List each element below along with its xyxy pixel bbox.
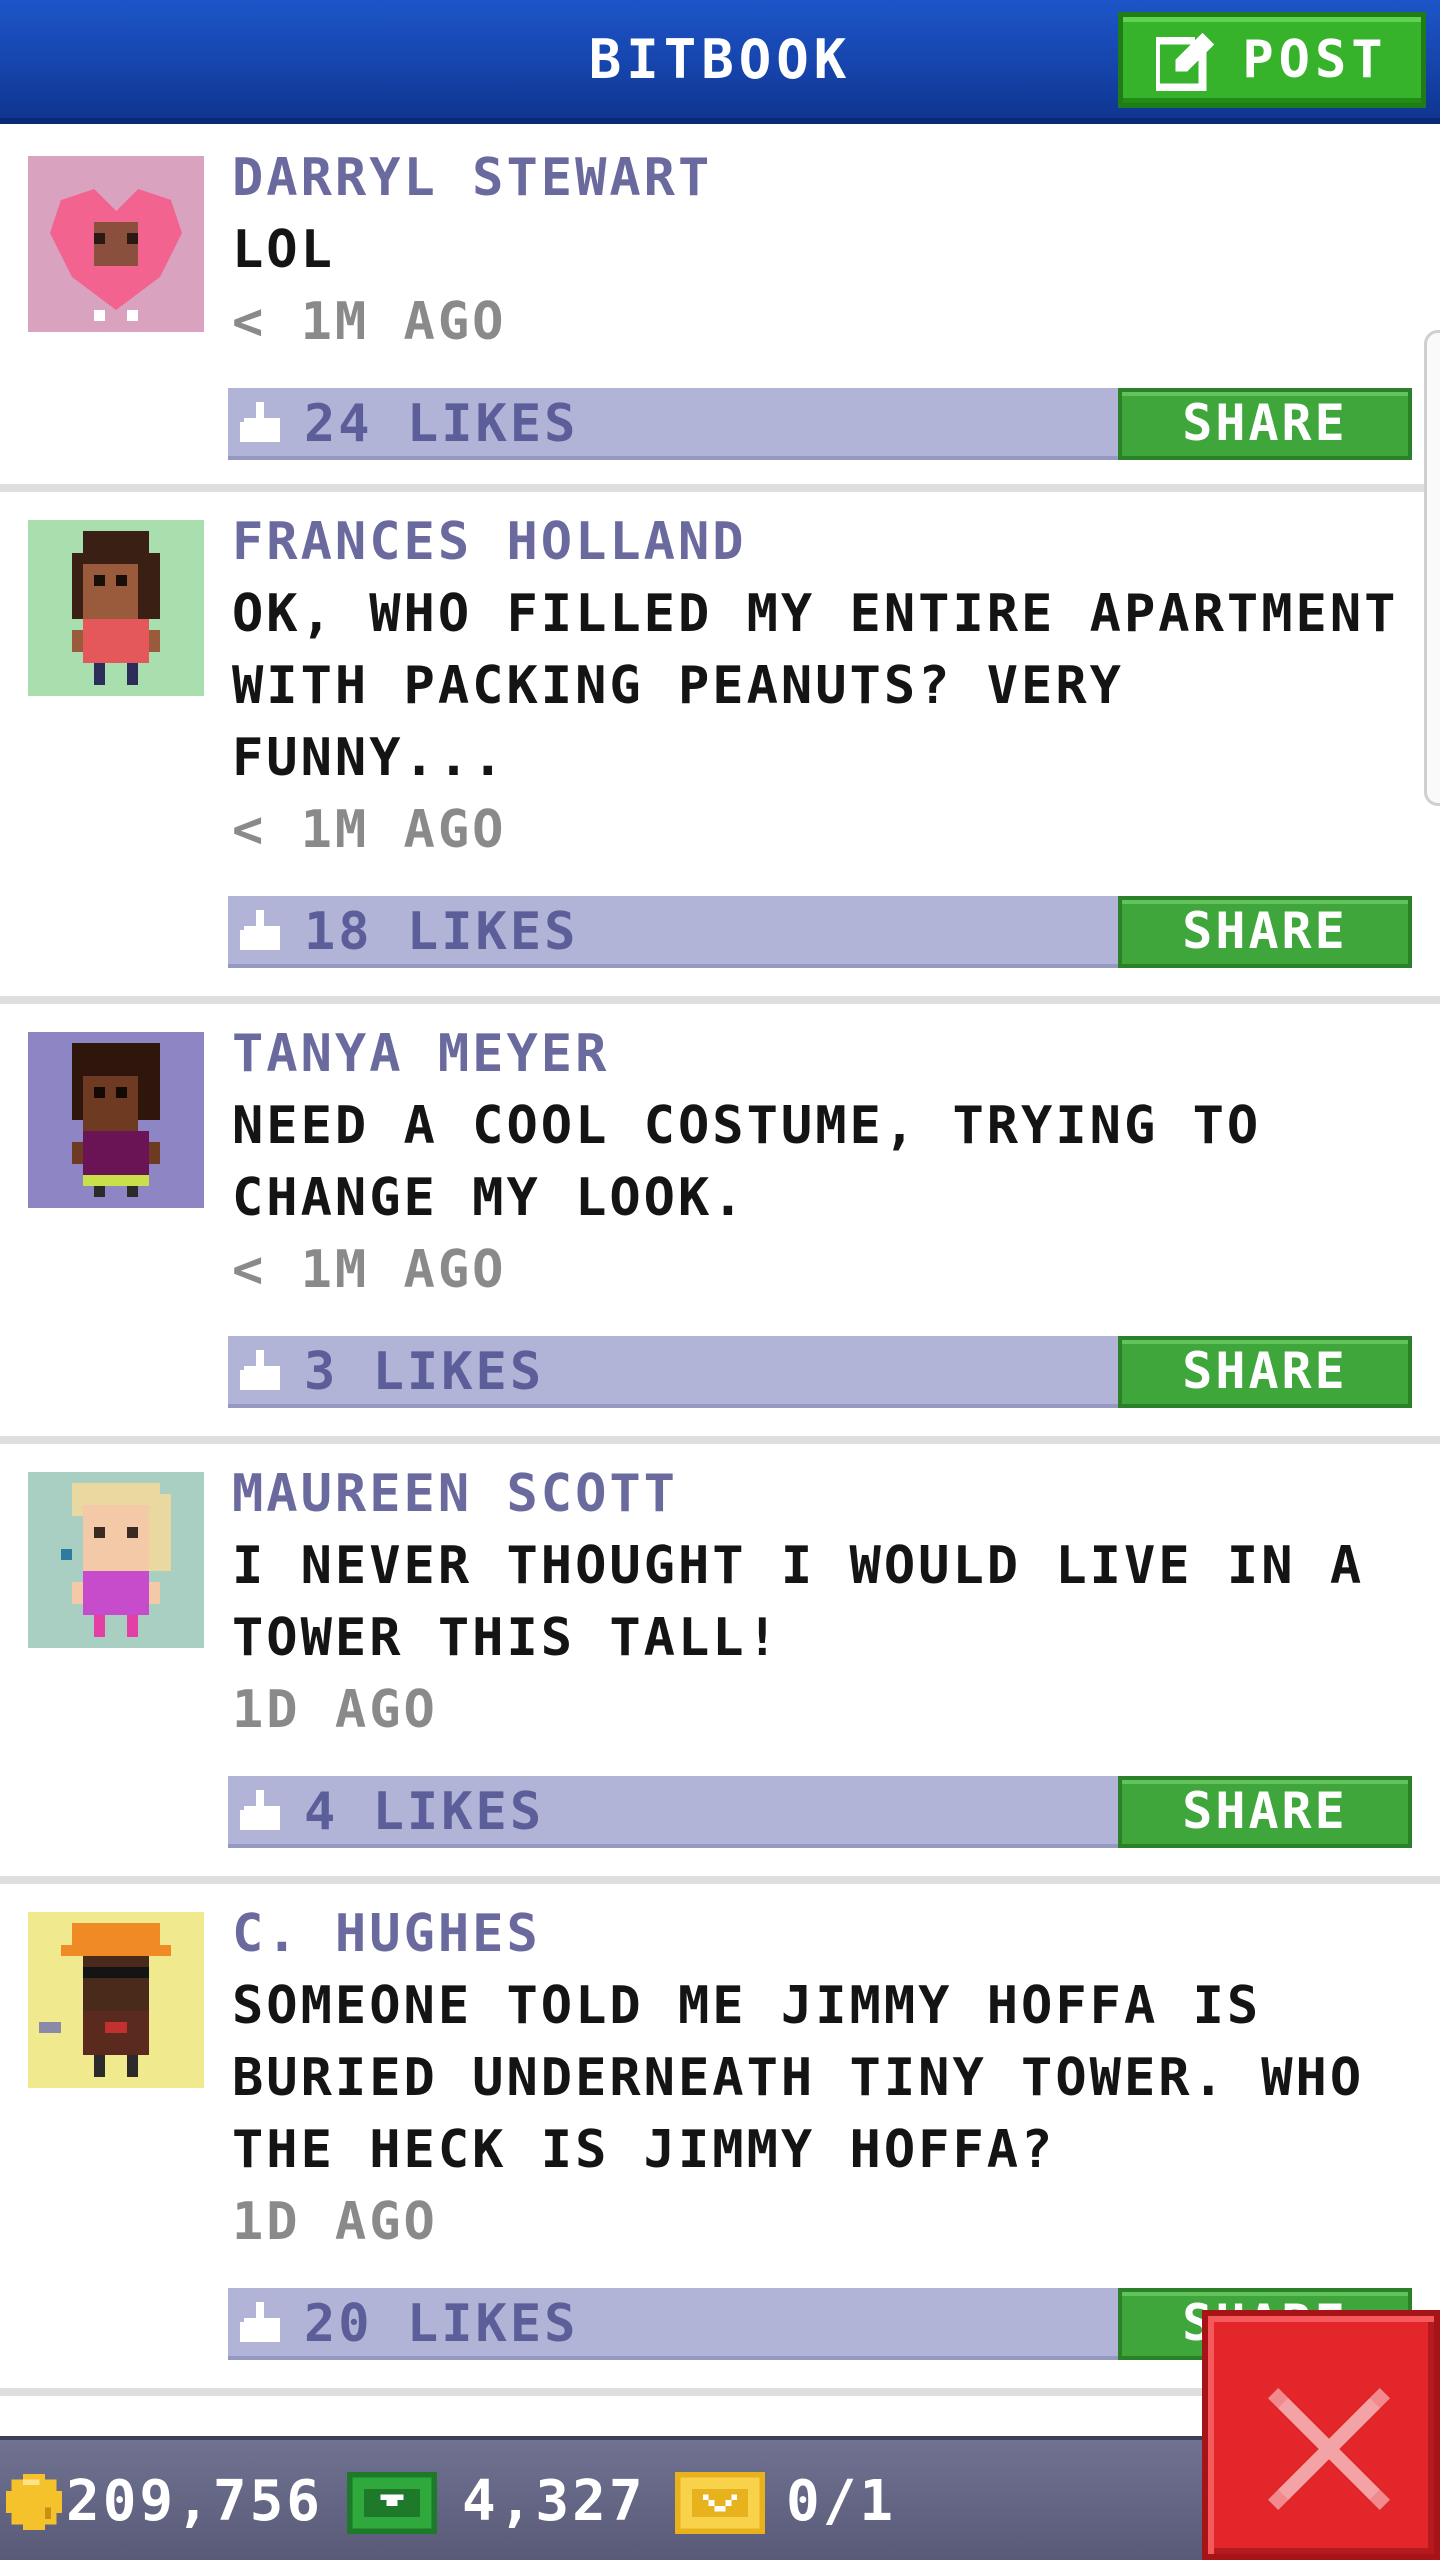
edit-icon (1156, 32, 1215, 91)
likes-count: 18 LIKES (304, 902, 579, 962)
feed-post: TANYA MEYER NEED A COOL COSTUME, TRYING … (0, 1004, 1440, 1444)
bux-icon (346, 2472, 438, 2534)
likes-count: 4 LIKES (304, 1782, 545, 1842)
post-timestamp: < 1M AGO (232, 292, 507, 352)
likes-bar: 18 LIKES SHARE (228, 896, 1412, 968)
post-text: NEED A COOL COSTUME, TRYING TO CHANGE MY… (232, 1096, 1262, 1228)
post-timestamp: < 1M AGO (232, 1240, 507, 1300)
likes-bar: 4 LIKES SHARE (228, 1776, 1412, 1848)
feed-post: DARRYL STEWART LOL < 1M AGO 24 LIKES SHA… (0, 124, 1440, 492)
post-text: I NEVER THOUGHT I WOULD LIVE IN A TOWER … (232, 1536, 1365, 1668)
coin-count: 209,756 (66, 2469, 324, 2534)
bux-count: 4,327 (462, 2469, 646, 2534)
likes-count: 20 LIKES (304, 2294, 579, 2354)
thumbs-up-icon[interactable] (240, 2302, 284, 2346)
avatar[interactable] (28, 1032, 204, 1208)
avatar[interactable] (28, 156, 204, 332)
post-author[interactable]: DARRYL STEWART (232, 142, 712, 214)
share-button[interactable]: SHARE (1118, 388, 1412, 460)
post-text: OK, WHO FILLED MY ENTIRE APARTMENT WITH … (232, 584, 1399, 788)
share-button[interactable]: SHARE (1118, 1776, 1412, 1848)
close-button[interactable] (1202, 2310, 1440, 2560)
thumbs-up-icon[interactable] (240, 1350, 284, 1394)
post-author[interactable]: FRANCES HOLLAND (232, 506, 747, 578)
feed-post: FRANCES HOLLAND OK, WHO FILLED MY ENTIRE… (0, 492, 1440, 1004)
post-text: SOMEONE TOLD ME JIMMY HOFFA IS BURIED UN… (232, 1976, 1365, 2180)
likes-count: 24 LIKES (304, 394, 579, 454)
post-timestamp: 1D AGO (232, 1680, 438, 1740)
app-header: BITBOOK POST (0, 0, 1440, 124)
likes-bar: 24 LIKES SHARE (228, 388, 1412, 460)
avatar[interactable] (28, 1472, 204, 1648)
post-author[interactable]: TANYA MEYER (232, 1018, 609, 1090)
thumbs-up-icon[interactable] (240, 1790, 284, 1834)
likes-bar: 3 LIKES SHARE (228, 1336, 1412, 1408)
thumbs-up-icon[interactable] (240, 910, 284, 954)
ticket-count: 0/1 (786, 2469, 897, 2534)
share-button[interactable]: SHARE (1118, 896, 1412, 968)
close-icon (1268, 2388, 1390, 2510)
likes-count: 3 LIKES (304, 1342, 545, 1402)
ticket-icon (674, 2472, 766, 2534)
scroll-handle[interactable] (1424, 330, 1440, 806)
share-button[interactable]: SHARE (1118, 1336, 1412, 1408)
avatar[interactable] (28, 520, 204, 696)
coin-icon (6, 2474, 62, 2530)
feed-post: MAUREEN SCOTT I NEVER THOUGHT I WOULD LI… (0, 1444, 1440, 1884)
post-text: LOL (232, 220, 335, 280)
post-author[interactable]: C. HUGHES (232, 1898, 541, 1970)
post-button[interactable]: POST (1118, 12, 1426, 108)
avatar[interactable] (28, 1912, 204, 2088)
post-feed[interactable]: DARRYL STEWART LOL < 1M AGO 24 LIKES SHA… (0, 124, 1440, 2396)
post-timestamp: < 1M AGO (232, 800, 507, 860)
post-timestamp: 1D AGO (232, 2192, 438, 2252)
post-author[interactable]: MAUREEN SCOTT (232, 1458, 678, 1530)
post-button-label: POST (1242, 30, 1388, 90)
thumbs-up-icon[interactable] (240, 402, 284, 446)
